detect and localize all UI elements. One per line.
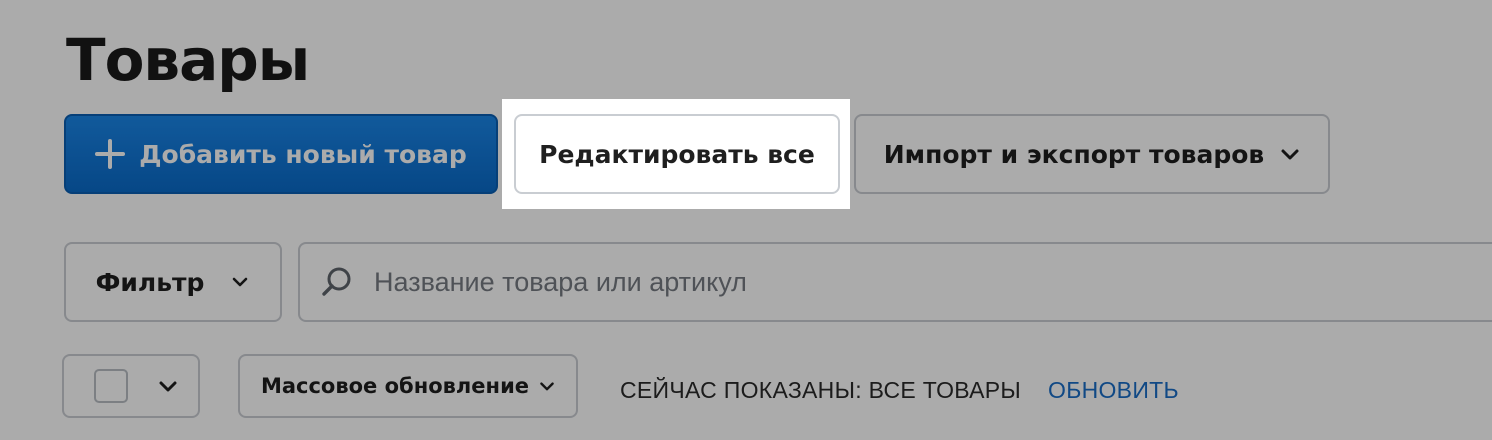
search-icon xyxy=(322,267,351,296)
add-product-button[interactable]: Добавить новый товар xyxy=(64,114,498,194)
add-product-label: Добавить новый товар xyxy=(139,139,467,169)
chevron-down-icon xyxy=(1281,149,1299,160)
bulk-update-label: Массовое обновление xyxy=(260,374,530,398)
products-page: Товары Добавить новый товар Импорт и экс… xyxy=(0,0,1492,440)
filter-button[interactable]: Фильтр xyxy=(64,242,282,322)
status-text: СЕЙЧАС ПОКАЗАНЫ: ВСЕ ТОВАРЫ xyxy=(620,377,1022,403)
edit-all-button[interactable]: Редактировать все xyxy=(514,114,840,194)
plus-icon xyxy=(95,139,126,169)
bulk-update-button[interactable]: Массовое обновление xyxy=(238,354,578,418)
filter-label: Фильтр xyxy=(95,267,205,297)
import-export-label: Импорт и экспорт товаров xyxy=(883,139,1265,169)
select-all-checkbox[interactable] xyxy=(94,369,128,403)
edit-all-label: Редактировать все xyxy=(539,139,815,169)
chevron-down-icon xyxy=(159,381,177,392)
search-input[interactable] xyxy=(372,265,1376,299)
chevron-down-icon xyxy=(233,277,248,287)
search-box xyxy=(298,242,1492,322)
refresh-link[interactable]: ОБНОВИТЬ xyxy=(1048,376,1179,404)
import-export-button[interactable]: Импорт и экспорт товаров xyxy=(854,114,1330,194)
chevron-down-icon xyxy=(540,382,554,391)
page-title: Товары xyxy=(66,26,310,94)
select-all-dropdown[interactable] xyxy=(62,354,200,418)
